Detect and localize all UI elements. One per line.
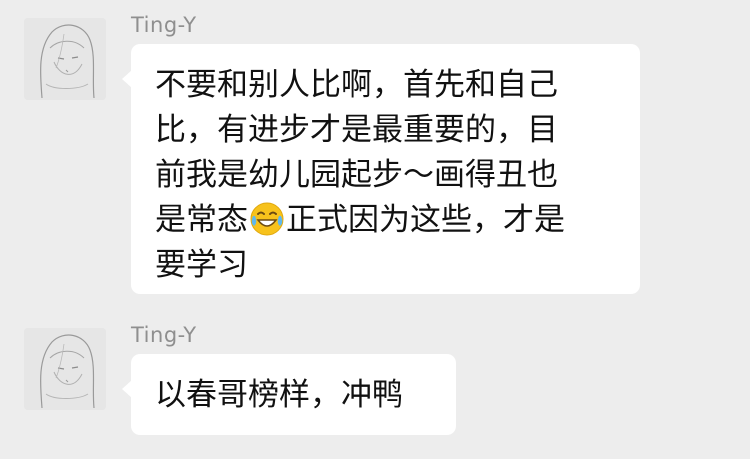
avatar[interactable]	[24, 328, 106, 410]
message-bubble[interactable]: 以春哥榜样，冲鸭	[122, 354, 456, 435]
message-line: 要学习	[155, 247, 248, 283]
message-line: 以春哥榜样，冲鸭	[155, 377, 403, 413]
sender-name: Ting-Y	[131, 13, 197, 37]
sketch-girl-avatar-icon	[24, 18, 106, 100]
message-bubble[interactable]: 不要和别人比啊，首先和自己 比，有进步才是最重要的，目 前我是幼儿园起步～画得丑…	[122, 44, 640, 294]
message-line: 比，有进步才是最重要的，目	[155, 112, 558, 148]
tears-of-joy-emoji-icon	[250, 202, 284, 236]
message-text: 正式因为这些，才是	[286, 202, 565, 238]
message-text: 是常态	[155, 202, 248, 238]
message-line: 不要和别人比啊，首先和自己	[155, 67, 558, 103]
message-line: 前我是幼儿园起步～画得丑也	[155, 157, 558, 193]
sender-name: Ting-Y	[131, 323, 197, 347]
message-line-with-emoji: 是常态 正式因为这些，才是	[155, 198, 616, 243]
sketch-girl-avatar-icon	[24, 328, 106, 410]
avatar[interactable]	[24, 18, 106, 100]
